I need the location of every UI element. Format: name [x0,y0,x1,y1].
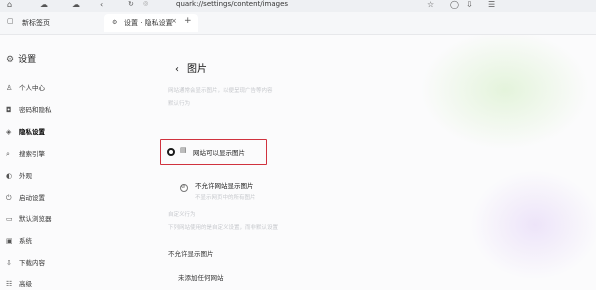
radio-allow-images[interactable] [167,148,175,156]
background-decoration [420,30,590,150]
site-info-icon[interactable]: ◎ [143,1,148,7]
download-icon: ⇩ [6,259,12,267]
option-block-label: 不允许网站显示图片 [195,182,254,190]
sidebar-toggle-icon[interactable]: ▢ [7,18,14,25]
sidebar-item-appearance[interactable]: ◐ 外观 [6,170,32,182]
cloud-icon[interactable]: ☁ [40,1,48,9]
lock-icon: ◘ [6,106,12,114]
description-text: 网站通常会显示图片，以便呈现广告等内容 [168,88,273,94]
settings-sidebar [0,34,150,289]
no-sites-text: 未添加任何网站 [178,274,224,282]
search-icon: ⌕ [6,150,10,158]
home-icon[interactable]: ⌂ [7,1,12,9]
cloud-icon[interactable]: ☁ [72,1,80,9]
tab-strip [0,12,596,35]
sidebar-item-advanced[interactable]: ☷ 高级 [6,278,32,290]
sidebar-item-default-browser[interactable]: ▭ 默认浏览器 [6,213,52,225]
sidebar-item-profile[interactable]: ♙ 个人中心 [6,82,45,94]
reload-icon[interactable]: ↻ [128,1,134,8]
custom-behavior-heading: 自定义行为 [168,212,196,218]
back-arrow-icon[interactable]: ‹ [175,65,179,75]
system-icon: ▣ [6,237,13,245]
title-bar [0,0,596,12]
page-title: ‹ 图片 [175,64,207,75]
chat-icon[interactable]: ◯ [450,1,459,9]
sidebar-item-downloads[interactable]: ⇩ 下载内容 [6,257,45,269]
sidebar-item-search[interactable]: ⌕ 搜索引擎 [6,148,45,160]
plus-icon[interactable]: + [184,17,192,26]
sidebar-item-privacy[interactable]: ◈ 隐私设置 [6,126,45,138]
settings-icon: ⚙ [6,55,15,65]
browser-icon: ▭ [6,215,13,223]
address-bar[interactable]: quark://settings/content/images [176,0,288,8]
power-icon: ⏻ [6,194,12,202]
palette-icon: ◐ [6,172,13,180]
block-image-icon: ⊘ [181,184,186,190]
not-allowed-heading: 不允许显示图片 [168,250,214,258]
tab-new-tab[interactable]: 新标签页 [22,14,82,32]
custom-behavior-description: 下列网站使用的是自定义设置，而非默认设置 [168,225,279,231]
image-icon: ▤ [180,146,187,154]
background-decoration [470,170,596,280]
sidebar-item-password[interactable]: ◘ 密码和隐私 [6,104,52,116]
sidebar-title: ⚙ 设置 [6,55,37,65]
close-icon[interactable]: × [171,18,177,25]
advanced-icon: ☷ [6,280,13,288]
star-icon[interactable]: ☆ [427,1,434,9]
menu-icon[interactable]: ☰ [488,1,495,9]
settings-icon: ⚙ [112,19,118,26]
user-icon: ♙ [6,84,13,92]
default-behavior-label: 默认行为 [168,101,191,107]
shield-icon: ◈ [6,128,12,136]
sidebar-item-startup[interactable]: ⏻ 启动设置 [6,192,45,204]
sidebar-item-system[interactable]: ▣ 系统 [6,235,32,247]
back-icon[interactable]: ‹ [100,1,103,9]
option-block-description: 不显示网页中的所有图片 [195,195,256,201]
option-allow-label: 网站可以显示图片 [193,149,245,157]
download-icon[interactable]: ⇩ [466,1,473,9]
